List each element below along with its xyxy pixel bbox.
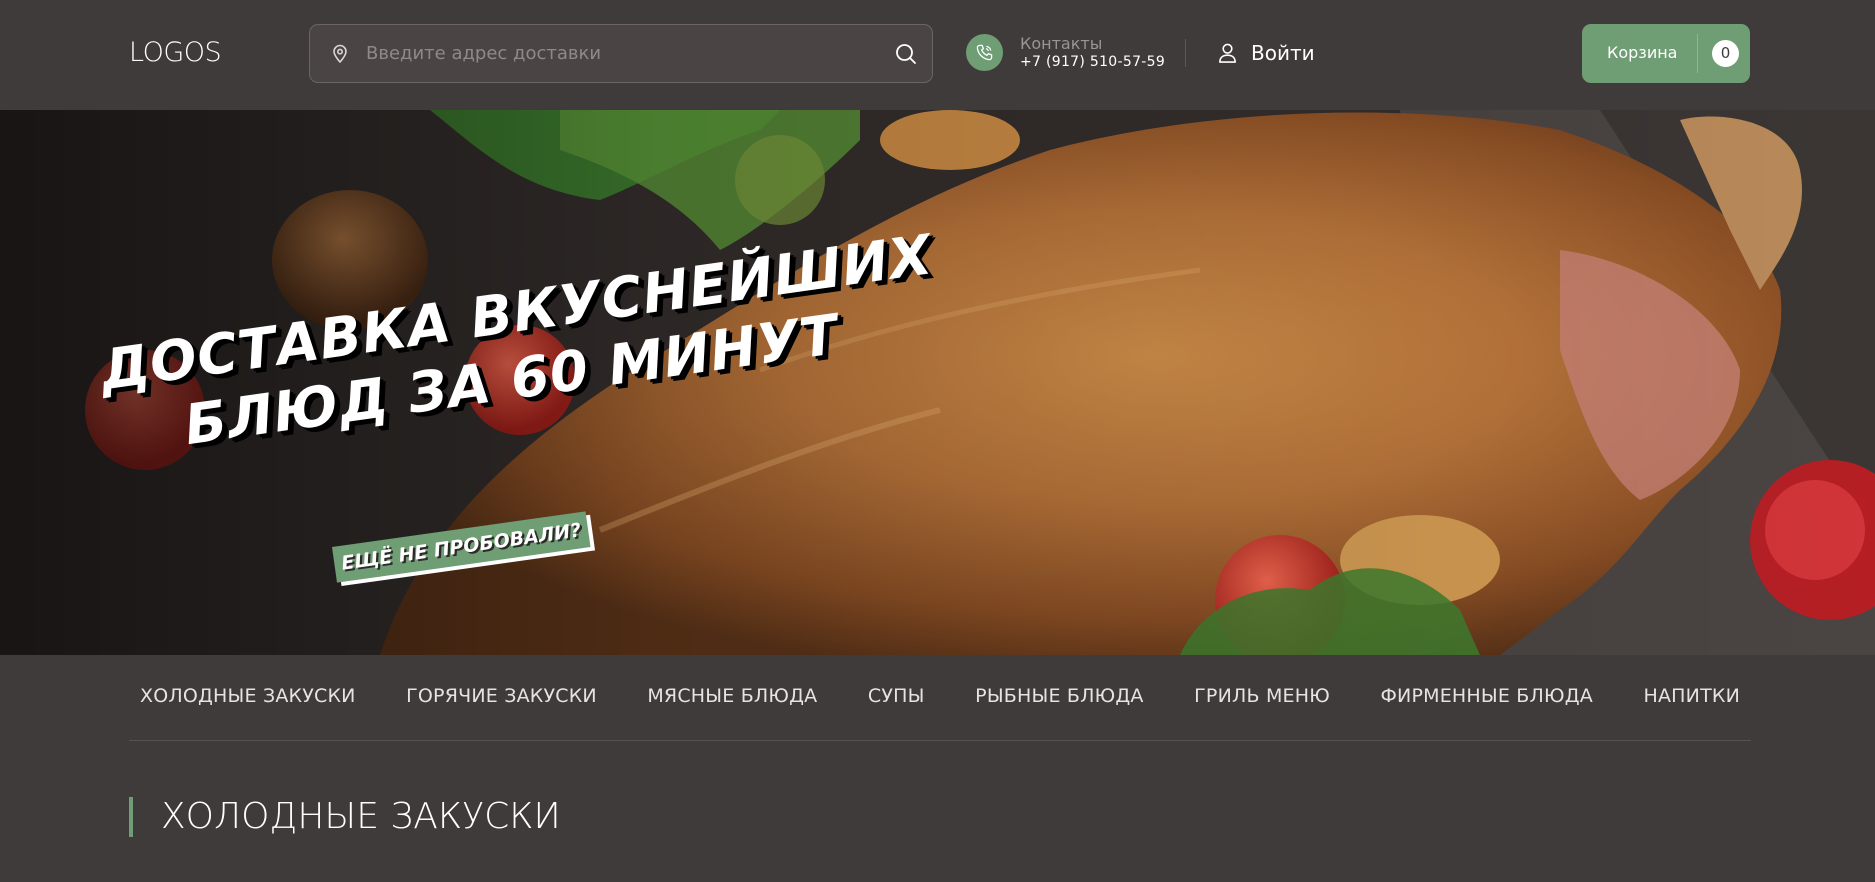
contacts-phone[interactable]: +7 (917) 510-57-59: [1020, 54, 1165, 70]
hero-banner: ДОСТАВКА ВКУСНЕЙШИХ БЛЮД ЗА 60 МИНУТ ЕЩЁ…: [0, 110, 1875, 655]
category-item-fish-dishes[interactable]: РЫБНЫЕ БЛЮДА: [975, 685, 1143, 707]
category-item-hot-appetizers[interactable]: ГОРЯЧИЕ ЗАКУСКИ: [406, 685, 597, 707]
map-pin-icon: [333, 44, 347, 64]
category-item-cold-appetizers[interactable]: ХОЛОДНЫЕ ЗАКУСКИ: [140, 685, 356, 707]
category-item-signature-dishes[interactable]: ФИРМЕННЫЕ БЛЮДА: [1380, 685, 1592, 707]
login-label: Войти: [1251, 41, 1315, 65]
logo[interactable]: LOGOS: [129, 37, 222, 68]
address-input[interactable]: [366, 25, 886, 82]
cart-separator: [1697, 34, 1698, 73]
cart-button[interactable]: Корзина 0: [1582, 24, 1750, 83]
cart-count-badge: 0: [1712, 40, 1739, 67]
cart-label: Корзина: [1607, 43, 1678, 62]
user-icon: [1219, 43, 1236, 63]
category-nav: ХОЛОДНЫЕ ЗАКУСКИ ГОРЯЧИЕ ЗАКУСКИ МЯСНЫЕ …: [129, 655, 1751, 741]
category-item-grill-menu[interactable]: ГРИЛЬ МЕНЮ: [1194, 685, 1330, 707]
category-item-soups[interactable]: СУПЫ: [868, 685, 925, 707]
contacts-label: Контакты: [1020, 34, 1103, 53]
section-title: ХОЛОДНЫЕ ЗАКУСКИ: [129, 797, 561, 837]
header-divider: [1185, 39, 1186, 67]
search-icon[interactable]: [894, 42, 918, 66]
phone-button[interactable]: [966, 34, 1003, 71]
category-item-drinks[interactable]: НАПИТКИ: [1644, 685, 1741, 707]
contacts-block: Контакты +7 (917) 510-57-59: [966, 34, 1166, 74]
address-search: [309, 24, 933, 83]
category-item-meat-dishes[interactable]: МЯСНЫЕ БЛЮДА: [647, 685, 817, 707]
phone-icon: [976, 44, 993, 61]
site-header: LOGOS Контакты +7 (917) 510-57-59 Войт: [0, 0, 1875, 110]
